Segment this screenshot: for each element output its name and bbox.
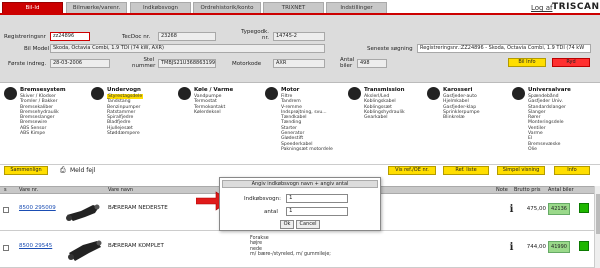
- sammenlign-button[interactable]: Sammenlign: [4, 166, 48, 175]
- ok-button[interactable]: Ok: [280, 220, 294, 229]
- category-items: Akslerl/Led Koblingskabel Koblingssæt Kobli…: [364, 94, 405, 121]
- reg-input[interactable]: zz24896: [50, 32, 90, 41]
- meld-fejl-link[interactable]: Meld fejl: [70, 167, 95, 174]
- logout-link[interactable]: Log af: [531, 4, 552, 12]
- brand-logo: TRISCAN: [552, 2, 600, 12]
- row-description: BÆRERAM KOMPLET: [108, 243, 164, 249]
- category-panel: Bremsesystem Skiver / Klodser Tromler / B…: [0, 84, 600, 165]
- category-items: Skiver / Klodser Tromler / Bakker Bremseka…: [20, 94, 59, 137]
- tecdoc-field: 23268: [158, 32, 216, 41]
- search-select[interactable]: Registreringsnr.:ZZ24896 - Skoda, Octavi…: [417, 44, 591, 53]
- category-items: Spændebånd Gasfjeder Univ. Standardslanger…: [528, 94, 566, 152]
- row-checkbox[interactable]: [3, 245, 9, 251]
- col-antal-biler[interactable]: Antal biler: [548, 187, 574, 194]
- ref-liste-button[interactable]: Ref. liste: [443, 166, 489, 175]
- category-title: Undervogn: [107, 87, 141, 93]
- tab-bil-id[interactable]: Bil-Id: [2, 2, 63, 13]
- scroll-thumb[interactable]: [596, 194, 600, 234]
- bil-info-button[interactable]: Bil Info: [508, 58, 546, 67]
- car-body-icon: [427, 87, 440, 100]
- category-items: Filtre Tandrem V-remme Indsprøjtning, svu..…: [281, 94, 333, 152]
- col-brutto-pris[interactable]: Brutto pris: [514, 187, 540, 194]
- info-icon[interactable]: i: [508, 242, 515, 253]
- typegodk-label: Typegodk. nr.: [241, 29, 269, 41]
- tab-indstillinger[interactable]: Indstillinger: [326, 2, 387, 13]
- category-title: Bremsesystem: [20, 87, 66, 93]
- fan-icon: [178, 87, 191, 100]
- antal-field: 498: [357, 59, 387, 68]
- tab-trixnet[interactable]: TRIXNET: [263, 2, 324, 13]
- add-to-cart-button[interactable]: [579, 203, 589, 213]
- reg-label: Registreringsnr: [4, 34, 46, 40]
- category-items: Gasfjeder-auto Hjelmkabel Gasfjeder-klap Sp…: [443, 94, 480, 121]
- add-to-cart-dialog: Angiv indkøbsvogn navn + angiv antal Ind…: [219, 177, 381, 231]
- suspension-icon: [91, 87, 104, 100]
- qty-input[interactable]: 1: [286, 207, 348, 216]
- tab-bilmaerke[interactable]: Bilmærke/varenr.: [66, 2, 127, 13]
- category-items: Vandpumpe Termostat Termokontakt Kølerdekse…: [194, 94, 226, 115]
- motor-field: AXR: [273, 59, 325, 68]
- col-note: Note: [496, 187, 508, 193]
- category-title: Universalvare: [528, 87, 571, 93]
- bilmodel-field: Skoda, Octavia Combi, 1.9 TDI (74 kW, AX…: [50, 44, 325, 53]
- first-reg-field: 28-03-2006: [50, 59, 110, 68]
- row-stock: 41990: [548, 241, 570, 253]
- ryd-button[interactable]: Ryd: [552, 58, 590, 67]
- row-price: 475,00: [526, 206, 546, 212]
- cancel-button[interactable]: Cancel: [296, 220, 320, 229]
- stel-field: TMBJS21U368863199: [158, 59, 216, 68]
- col-select: s: [4, 187, 7, 193]
- control-arm-image: [63, 197, 105, 227]
- tab-indkobsvogn[interactable]: Indkøbsvogn: [130, 2, 191, 13]
- dialog-title: Angiv indkøbsvogn navn + angiv antal: [222, 180, 378, 188]
- search-label: Seneste søgning: [367, 46, 413, 52]
- tab-ordrehistorik[interactable]: Ordrehistorik/konto: [193, 2, 261, 13]
- part-number-link[interactable]: 8500 29545: [19, 243, 52, 249]
- top-bar: Bil-Id Bilmærke/varenr. Indkøbsvogn Ordr…: [0, 0, 600, 13]
- row-description: BÆRERAM NEDERSTE: [108, 205, 168, 211]
- motor-label: Motorkode: [232, 61, 262, 67]
- simpel-visning-button[interactable]: Simpel visning: [497, 166, 545, 175]
- tecdoc-label: TecDoc nr.: [122, 34, 151, 40]
- engine-icon: [265, 87, 278, 100]
- vis-ref-button[interactable]: Vis ref./OE nr.: [388, 166, 436, 175]
- vehicle-info-panel: Registreringsnr zz24896 TecDoc nr. 23268…: [0, 15, 600, 83]
- vertical-scrollbar[interactable]: [594, 186, 600, 268]
- category-title: Motor: [281, 87, 300, 93]
- add-to-cart-button[interactable]: [579, 241, 589, 251]
- category-items: Styrestagsdele Tandstang Benzinpumper Ratst…: [107, 94, 144, 137]
- col-vare-navn[interactable]: Vare navn: [108, 187, 133, 194]
- col-vare-nr[interactable]: Vare nr.: [19, 187, 38, 194]
- category-title: Køle / Varme: [194, 87, 234, 93]
- row-stock: 42136: [548, 203, 570, 215]
- stel-label: Stel nummer: [132, 57, 156, 69]
- category-title: Karosseri: [443, 87, 473, 93]
- row-extra-info: Forakse højre nede m/ bære-/styreled, m/ gu…: [250, 236, 331, 257]
- first-reg-label: Første indreg.: [8, 61, 47, 67]
- control-arm-image: [63, 235, 105, 265]
- bilmodel-label: Bil Model: [24, 46, 50, 52]
- cart-input[interactable]: 1: [286, 194, 348, 203]
- brake-icon: [4, 87, 17, 100]
- gearbox-icon: [348, 87, 361, 100]
- info-button[interactable]: Info: [554, 166, 590, 175]
- qty-label: antal: [264, 209, 278, 215]
- typegodk-field: 14745-2: [273, 32, 325, 41]
- row-price: 744,00: [526, 244, 546, 250]
- row-checkbox[interactable]: [3, 207, 9, 213]
- info-icon[interactable]: i: [508, 204, 515, 215]
- table-row[interactable]: 8500 29545 BÆRERAM KOMPLET Forakse højre n…: [0, 232, 594, 268]
- cart-label: Indkøbsvogn:: [244, 196, 281, 202]
- printer-icon[interactable]: ⎙: [60, 166, 66, 175]
- category-title: Transmission: [364, 87, 405, 93]
- part-number-link[interactable]: 8500 295009: [19, 205, 56, 211]
- universal-icon: [512, 87, 525, 100]
